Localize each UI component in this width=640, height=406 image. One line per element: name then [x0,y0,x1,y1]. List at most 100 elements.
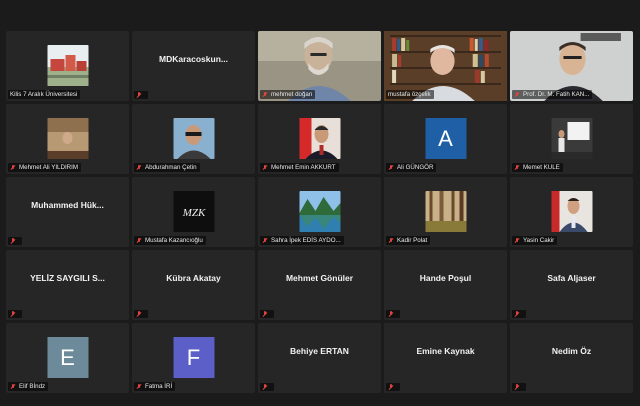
avatar-letter: E [47,337,88,378]
mic-muted-icon [514,91,520,98]
mic-muted-icon [388,237,394,244]
participant-nameplate [8,310,22,318]
participant-tile[interactable]: Kübra Akatay [132,250,255,320]
mic-muted-icon [262,91,268,98]
mic-muted-icon [262,164,268,171]
participant-tile[interactable]: Emine Kaynak [384,323,507,393]
mic-muted-icon [10,164,16,171]
participant-nameplate: Fatma İRİ [134,382,176,391]
office-photo [47,118,88,159]
participant-tile[interactable]: Hande Poşul [384,250,507,320]
participant-nameplate: Elif Bİndz [8,382,49,391]
participant-display-name: Mehmet Gönüler [285,273,354,283]
participant-tile[interactable]: Kadir Polat [384,177,507,247]
participant-nameplate [386,383,400,391]
participant-tile[interactable]: Kilis 7 Aralık Üniversitesi [6,31,129,101]
participant-name: Mehmet Ali YILDIRIM [19,164,79,171]
participant-tile[interactable]: A Ali GÜNGÖR [384,104,507,174]
participant-tile[interactable]: Muhammed Hük... [6,177,129,247]
participant-name: Sahra İpek EDİS AYDO... [271,237,341,244]
participant-display-name: Safa Aljaser [547,273,596,283]
participant-tile[interactable]: Abdurahman Çetin [132,104,255,174]
participant-name: Prof. Dr. M. Fatih KAN... [523,91,590,98]
participant-tile[interactable]: mehmet doğan [258,31,381,101]
mic-muted-icon [136,311,142,317]
participant-display-name: Hande Poşul [419,273,472,283]
participant-display-name: Muhammed Hük... [31,200,104,210]
participant-name: Fatma İRİ [145,383,173,390]
mic-muted-icon [136,164,142,171]
participant-name: mehmet doğan [271,91,313,98]
mic-muted-icon [514,311,520,317]
presentation-photo [551,118,592,159]
participant-nameplate: Prof. Dr. M. Fatih KAN... [512,90,593,99]
participant-nameplate [512,310,526,318]
mic-muted-icon [10,238,16,244]
mic-muted-icon [388,311,394,317]
logo-text: MZK [181,207,205,219]
campus-photo [47,45,88,86]
mic-muted-icon [136,237,142,244]
man-sunglasses-photo [173,118,214,159]
participant-tile[interactable]: Memet KULE [510,104,633,174]
participant-tile-active-speaker[interactable]: mustafa özçelik [384,31,507,101]
participant-tile[interactable]: Safa Aljaser [510,250,633,320]
participant-name: Abdurahman Çetin [145,164,197,171]
mic-muted-icon [388,164,394,171]
avatar-letter: A [425,118,466,159]
mic-muted-icon [262,384,268,390]
participant-name: Kilis 7 Aralık Üniversitesi [10,91,78,98]
participant-tile[interactable]: Yasin Cakir [510,177,633,247]
participant-display-name: MDKaracoskun... [159,54,228,64]
participant-tile[interactable]: E Elif Bİndz [6,323,129,393]
participant-nameplate: Mustafa Kazancıoğlu [134,236,206,245]
participant-nameplate [134,310,148,318]
participant-display-name: Kübra Akatay [166,273,221,283]
participant-tile[interactable]: MDKaracoskun... [132,31,255,101]
participant-name: mustafa özçelik [388,91,431,98]
participant-nameplate: mehmet doğan [260,90,316,99]
man-flag-photo [299,118,340,159]
participant-nameplate: Sahra İpek EDİS AYDO... [260,236,344,245]
participant-tile[interactable]: Mehmet Gönüler [258,250,381,320]
participant-name: Ali GÜNGÖR [397,164,434,171]
mic-muted-icon [514,164,520,171]
participant-nameplate [512,383,526,391]
forest-photo [425,191,466,232]
participant-display-name: Behiye ERTAN [290,346,349,356]
participant-tile[interactable]: YELİZ SAYGILI S... [6,250,129,320]
participant-name: Memet KULE [523,164,560,171]
participant-tile[interactable]: MZK Mustafa Kazancıoğlu [132,177,255,247]
avatar-letter: F [173,337,214,378]
mic-muted-icon [10,383,16,390]
participant-tile[interactable]: Mehmet Emin AKKURT [258,104,381,174]
participant-display-name: YELİZ SAYGILI S... [30,273,105,283]
participant-tile[interactable]: Sahra İpek EDİS AYDO... [258,177,381,247]
participant-display-name: Nedim Öz [551,346,592,356]
participant-nameplate [8,237,22,245]
mic-muted-icon [514,237,520,244]
mic-muted-icon [388,384,394,390]
participant-nameplate: Abdurahman Çetin [134,163,200,172]
mic-muted-icon [262,311,268,317]
participant-tile[interactable]: Mehmet Ali YILDIRIM [6,104,129,174]
participant-tile[interactable]: Behiye ERTAN [258,323,381,393]
participant-nameplate: Mehmet Emin AKKURT [260,163,339,172]
participant-name: Mustafa Kazancıoğlu [145,237,203,244]
participant-tile[interactable]: Prof. Dr. M. Fatih KAN... [510,31,633,101]
participant-display-name: Emine Kaynak [416,346,475,356]
participant-nameplate [134,91,148,99]
lake-photo [299,191,340,232]
participant-nameplate: Memet KULE [512,163,563,172]
logo-mzk: MZK [173,191,214,232]
mic-muted-icon [514,384,520,390]
participant-nameplate [386,310,400,318]
mic-muted-icon [136,383,142,390]
participant-name: Kadir Polat [397,237,428,244]
participant-nameplate: Kadir Polat [386,236,431,245]
participant-nameplate: Yasin Cakir [512,236,558,245]
participant-tile[interactable]: F Fatma İRİ [132,323,255,393]
participant-name: Elif Bİndz [19,383,46,390]
participant-tile[interactable]: Nedim Öz [510,323,633,393]
participant-name: Yasin Cakir [523,237,555,244]
